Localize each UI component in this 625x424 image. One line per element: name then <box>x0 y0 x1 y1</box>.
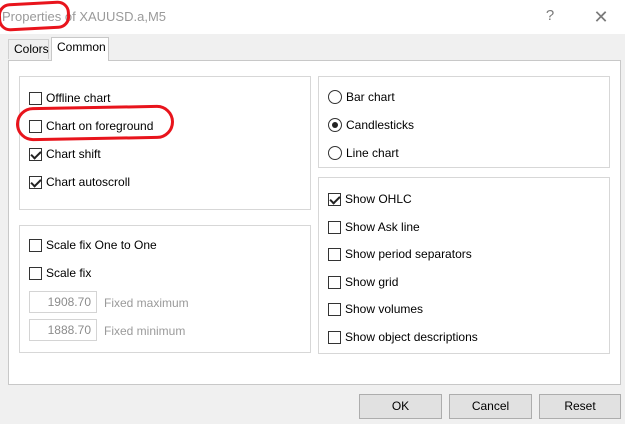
bar-chart-option[interactable]: Bar chart <box>328 88 395 106</box>
show-grid-option[interactable]: Show grid <box>328 273 398 291</box>
window-title: Properties of XAUUSD.a,M5 <box>2 9 167 24</box>
show-object-descriptions-checkbox[interactable] <box>328 330 341 344</box>
scale-group: Scale fix One to One Scale fix 1908.70 F… <box>19 225 311 353</box>
candlesticks-label: Candlesticks <box>346 118 415 132</box>
bar-chart-radio[interactable] <box>328 90 342 104</box>
show-volumes-option[interactable]: Show volumes <box>328 300 423 318</box>
line-chart-label: Line chart <box>346 146 399 160</box>
fixed-maximum-input[interactable]: 1908.70 <box>29 291 97 313</box>
show-period-separators-checkbox[interactable] <box>328 247 341 261</box>
show-ask-line-label: Show Ask line <box>345 220 420 234</box>
show-object-descriptions-label: Show object descriptions <box>345 330 478 344</box>
chart-type-group: Bar chart Candlesticks Line chart <box>318 76 610 168</box>
fixed-minimum-input[interactable]: 1888.70 <box>29 319 97 341</box>
cancel-button[interactable]: Cancel <box>449 394 532 419</box>
show-grid-checkbox[interactable] <box>328 275 341 289</box>
chart-on-foreground-label: Chart on foreground <box>46 119 154 133</box>
tab-colors[interactable]: Colors <box>8 39 49 59</box>
show-period-separators-label: Show period separators <box>345 247 472 261</box>
chart-autoscroll-label: Chart autoscroll <box>46 175 131 189</box>
reset-button[interactable]: Reset <box>539 394 621 419</box>
common-tab-panel: Offline chart Chart on foreground Chart … <box>8 60 621 385</box>
scale-fix-one-to-one-label: Scale fix One to One <box>46 238 157 252</box>
bar-chart-label: Bar chart <box>346 90 395 104</box>
ok-button[interactable]: OK <box>359 394 442 419</box>
close-button[interactable]: ✕ <box>590 6 612 28</box>
show-ohlc-label: Show OHLC <box>345 192 412 206</box>
offline-chart-option[interactable]: Offline chart <box>29 89 110 107</box>
chart-shift-label: Chart shift <box>46 147 101 161</box>
chart-shift-option[interactable]: Chart shift <box>29 145 101 163</box>
scale-fix-checkbox[interactable] <box>29 266 42 280</box>
chart-on-foreground-checkbox[interactable] <box>29 119 42 133</box>
scale-fix-one-to-one-option[interactable]: Scale fix One to One <box>29 236 157 254</box>
show-ask-line-checkbox[interactable] <box>328 220 341 234</box>
show-ohlc-option[interactable]: Show OHLC <box>328 190 412 208</box>
chart-options-group: Offline chart Chart on foreground Chart … <box>19 76 311 210</box>
offline-chart-label: Offline chart <box>46 91 111 105</box>
show-period-separators-option[interactable]: Show period separators <box>328 245 472 263</box>
candlesticks-option[interactable]: Candlesticks <box>328 116 414 134</box>
show-options-group: Show OHLC Show Ask line Show period sepa… <box>318 177 610 354</box>
show-ask-line-option[interactable]: Show Ask line <box>328 218 420 236</box>
scale-fix-label: Scale fix <box>46 266 92 280</box>
scale-fix-one-to-one-checkbox[interactable] <box>29 238 42 252</box>
candlesticks-radio[interactable] <box>328 118 342 132</box>
show-ohlc-checkbox[interactable] <box>328 192 341 206</box>
help-button[interactable]: ? <box>540 6 560 26</box>
chart-shift-checkbox[interactable] <box>29 147 42 161</box>
tab-common[interactable]: Common <box>51 37 109 61</box>
show-volumes-checkbox[interactable] <box>328 302 341 316</box>
show-volumes-label: Show volumes <box>345 302 424 316</box>
line-chart-option[interactable]: Line chart <box>328 144 399 162</box>
chart-on-foreground-option[interactable]: Chart on foreground <box>29 117 153 135</box>
line-chart-radio[interactable] <box>328 146 342 160</box>
show-object-descriptions-option[interactable]: Show object descriptions <box>328 328 478 346</box>
title-bar: Properties of XAUUSD.a,M5 ? ✕ <box>0 0 625 34</box>
fixed-maximum-label: Fixed maximum <box>104 296 189 310</box>
chart-autoscroll-option[interactable]: Chart autoscroll <box>29 173 130 191</box>
show-grid-label: Show grid <box>345 275 399 289</box>
scale-fix-option[interactable]: Scale fix <box>29 264 91 282</box>
offline-chart-checkbox[interactable] <box>29 91 42 105</box>
fixed-minimum-label: Fixed minimum <box>104 324 186 338</box>
chart-autoscroll-checkbox[interactable] <box>29 175 42 189</box>
